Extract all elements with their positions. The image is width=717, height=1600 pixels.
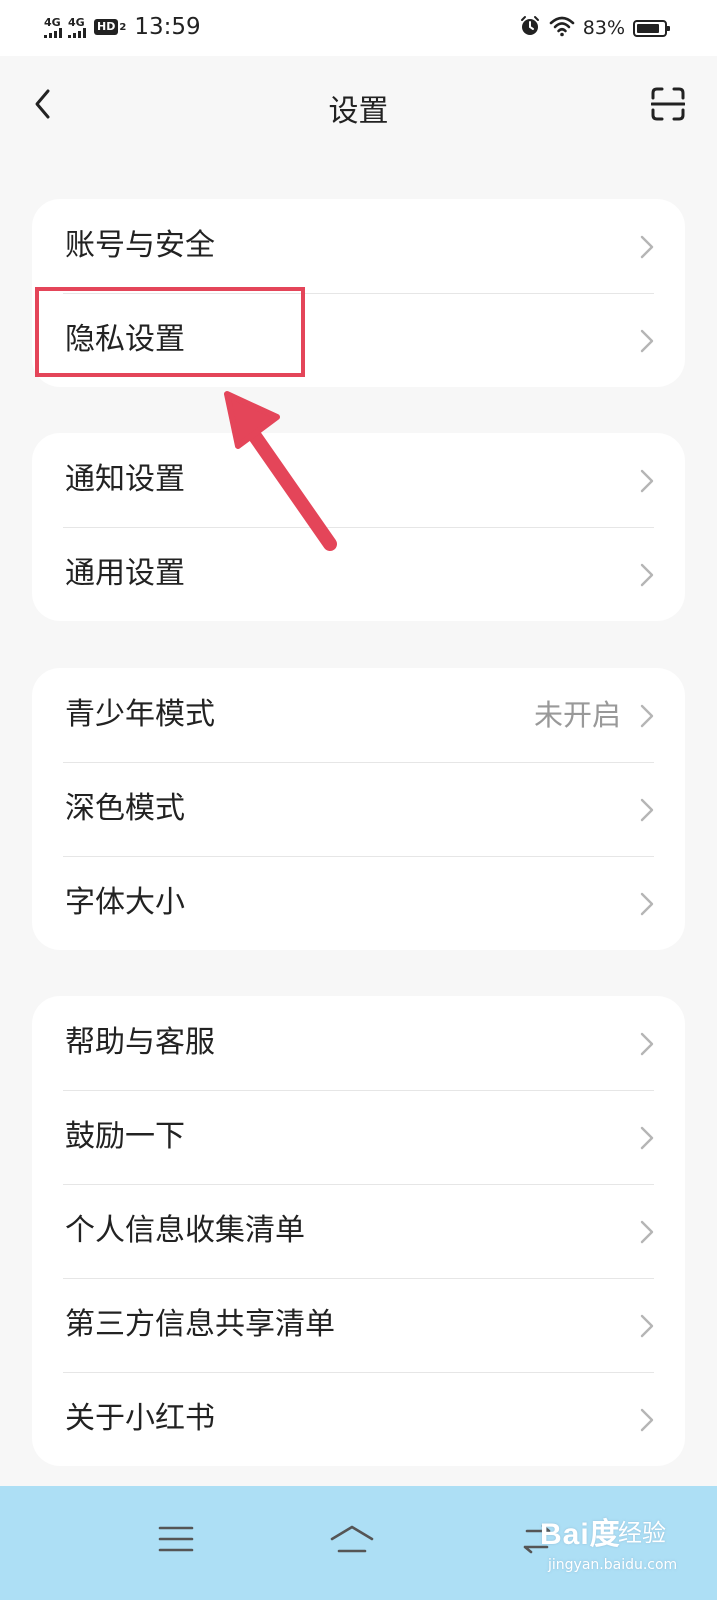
wifi-icon: [549, 15, 575, 41]
settings-item-value: 未开启: [533, 698, 621, 732]
signal-bars-icon: [44, 27, 62, 38]
page-title: 设置: [328, 94, 389, 129]
settings-item-label: 青少年模式: [65, 697, 215, 732]
settings-item-label: 第三方信息共享清单: [65, 1307, 335, 1342]
menu-button[interactable]: [151, 1514, 201, 1564]
settings-item-label: 字体大小: [65, 885, 185, 920]
chevron-right-icon: [640, 563, 654, 587]
battery-percentage: 83%: [582, 17, 625, 39]
header: 设置: [0, 56, 717, 152]
chevron-right-icon: [640, 1032, 654, 1056]
settings-item-label: 通用设置: [65, 556, 185, 591]
settings-item-personal-info-list[interactable]: 个人信息收集清单: [32, 1184, 685, 1278]
signal-2-label: 4G: [68, 15, 85, 29]
scan-icon: [651, 87, 685, 121]
settings-group-general: 通知设置 通用设置: [32, 433, 685, 621]
chevron-right-icon: [640, 469, 654, 493]
settings-item-label: 通知设置: [65, 462, 185, 497]
status-right: 83%: [519, 14, 670, 42]
signal-1-label: 4G: [44, 15, 61, 29]
settings-item-about[interactable]: 关于小红书: [32, 1372, 685, 1466]
settings-item-font-size[interactable]: 字体大小: [32, 856, 685, 950]
settings-item-privacy[interactable]: 隐私设置: [32, 293, 685, 387]
signal-bars-icon: [68, 27, 86, 38]
settings-group-display: 青少年模式 未开启 深色模式 字体大小: [32, 668, 685, 950]
navigation-bar: [0, 1486, 717, 1600]
settings-group-about: 帮助与客服 鼓励一下 个人信息收集清单 第三方信息共享清单 关于小红书: [32, 996, 685, 1466]
settings-item-account-security[interactable]: 账号与安全: [32, 199, 685, 293]
settings-item-label: 深色模式: [65, 791, 185, 826]
scan-button[interactable]: [648, 84, 688, 124]
settings-item-notifications[interactable]: 通知设置: [32, 433, 685, 527]
settings-item-encourage[interactable]: 鼓励一下: [32, 1090, 685, 1184]
chevron-right-icon: [640, 1126, 654, 1150]
battery-icon: [633, 19, 670, 37]
hd-badge: HD: [94, 19, 119, 35]
settings-group-account: 账号与安全 隐私设置: [32, 199, 685, 387]
home-button[interactable]: [327, 1514, 377, 1564]
chevron-right-icon: [640, 235, 654, 259]
signal-2: 4G: [68, 17, 86, 38]
settings-item-third-party-list[interactable]: 第三方信息共享清单: [32, 1278, 685, 1372]
chevron-right-icon: [640, 1408, 654, 1432]
alarm-icon: [519, 15, 541, 41]
status-bar: 4G 4G HD 2 13:59 83%: [0, 0, 717, 56]
settings-item-label: 帮助与客服: [65, 1025, 215, 1060]
settings-item-help[interactable]: 帮助与客服: [32, 996, 685, 1090]
home-icon: [330, 1525, 374, 1553]
back-swap-button[interactable]: [512, 1514, 562, 1564]
hd-sub: 2: [119, 21, 127, 33]
settings-item-label: 账号与安全: [65, 228, 215, 263]
settings-item-label: 鼓励一下: [65, 1119, 185, 1154]
chevron-right-icon: [640, 1314, 654, 1338]
chevron-right-icon: [640, 892, 654, 916]
menu-icon: [158, 1526, 194, 1552]
settings-item-general[interactable]: 通用设置: [32, 527, 685, 621]
chevron-right-icon: [640, 329, 654, 353]
battery-fill: [637, 23, 659, 33]
settings-item-label: 隐私设置: [65, 322, 185, 357]
chevron-right-icon: [640, 1220, 654, 1244]
chevron-right-icon: [640, 798, 654, 822]
back-swap-icon: [523, 1524, 551, 1554]
settings-item-label: 关于小红书: [65, 1401, 215, 1436]
signal-1: 4G: [44, 17, 62, 38]
settings-item-label: 个人信息收集清单: [65, 1213, 305, 1248]
status-time: 13:59: [134, 14, 201, 40]
settings-item-teen-mode[interactable]: 青少年模式 未开启: [32, 668, 685, 762]
settings-item-dark-mode[interactable]: 深色模式: [32, 762, 685, 856]
chevron-right-icon: [640, 704, 654, 728]
status-left: 4G 4G HD 2 13:59: [44, 12, 201, 42]
